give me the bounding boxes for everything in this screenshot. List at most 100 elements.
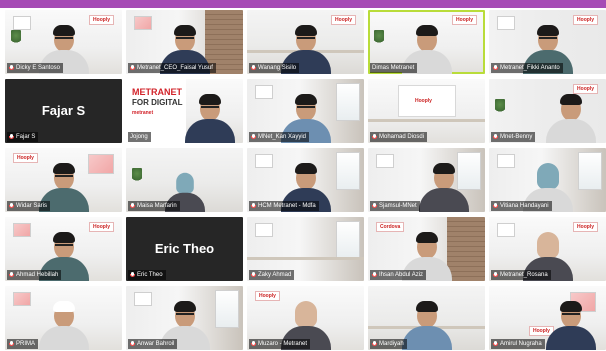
video-tile[interactable]: Hooply Amirul Nugraha [489, 286, 606, 350]
participant-name: Metranet_Fikki Ananto [500, 65, 560, 71]
participant-name-label: MNet_Kan Xayyid [249, 132, 310, 142]
participant-name-label: Maisa Marfarin [128, 201, 180, 211]
mic-muted-icon [493, 65, 498, 71]
hooply-logo: Hooply [573, 222, 598, 232]
video-tile-camera-off[interactable]: Fajar S Fajar S [5, 79, 122, 143]
participant-name-label: Jojong [128, 132, 151, 142]
window [578, 152, 602, 190]
mic-muted-icon [251, 272, 256, 278]
participant-name-label: Muzaro - Metranet [249, 339, 311, 349]
participant-name-label: Wanang Sisilo [249, 63, 300, 73]
promo-title: METRANET [132, 87, 182, 97]
participant-display-name: Eric Theo [154, 240, 215, 256]
video-tile-camera-off[interactable]: Eric Theo Eric Theo [126, 217, 243, 281]
mic-muted-icon [130, 65, 135, 71]
video-tile[interactable]: HCM Metranet - Mdfa [247, 148, 364, 212]
video-tile[interactable]: Maisa Marfarin [126, 148, 243, 212]
participant-name: Ahmad Hebillah [16, 272, 59, 278]
mic-muted-icon [130, 341, 135, 347]
wall-picture [497, 223, 515, 237]
shelf [247, 257, 364, 260]
mic-muted-icon [493, 203, 498, 209]
participant-name: Ihsan Abdul Aziz [379, 272, 424, 278]
participant-name: Jojong [130, 134, 148, 140]
hooply-logo: Hooply [415, 98, 432, 104]
video-tile[interactable]: Anwar Bahroil [126, 286, 243, 350]
video-tile[interactable]: Hooply Dicky E Santoso [5, 10, 122, 74]
participant-name-label: HCM Metranet - Mdfa [249, 201, 319, 211]
mic-muted-icon [372, 134, 377, 140]
participant-name: Sjamsul-MNet [379, 203, 417, 209]
wall-picture [497, 154, 515, 168]
video-tile[interactable]: Hooply Mnet-Benny [489, 79, 606, 143]
mic-muted-icon [9, 65, 14, 71]
participant-name-label: Dicky E Santoso [7, 63, 64, 73]
participant-name: Dimas Metranet [372, 65, 415, 71]
participant-name: PRIMA [16, 341, 36, 347]
hooply-logo: Hooply [573, 15, 598, 25]
video-tile[interactable]: Hooply Metranet_Rosana [489, 217, 606, 281]
mic-muted-icon [251, 134, 256, 140]
video-tile[interactable]: Hooply Muzaro - Metranet [247, 286, 364, 350]
video-tile[interactable]: Hooply Metranet_Fikki Ananto [489, 10, 606, 74]
wall-picture [13, 223, 31, 237]
video-tile-active-speaker[interactable]: Hooply Dimas Metranet [368, 10, 485, 74]
video-tile[interactable]: METRANET FOR DIGITAL metranet Jojong [126, 79, 243, 143]
mic-muted-icon [130, 272, 135, 278]
participant-name-label: Vitiana Handayani [491, 201, 552, 211]
video-tile[interactable]: Zaky Ahmad [247, 217, 364, 281]
participant-name: Metranet_CEO_Faisal Yusuf [137, 65, 213, 71]
video-tile[interactable]: Metranet_CEO_Faisal Yusuf [126, 10, 243, 74]
window [336, 83, 360, 121]
wall-picture [376, 154, 394, 168]
video-tile[interactable]: Hooply Widar Saris [5, 148, 122, 212]
window [336, 221, 360, 259]
whiteboard: Hooply [398, 85, 456, 117]
participant-name: Mnet-Benny [500, 134, 533, 140]
participant-name-label: Metranet_CEO_Faisal Yusuf [128, 63, 216, 73]
participant-video [185, 91, 236, 143]
participant-name: MNet_Kan Xayyid [258, 134, 307, 140]
video-tile[interactable]: Hooply Ahmad Hebillah [5, 217, 122, 281]
participant-name-label: Ahmad Hebillah [7, 270, 62, 280]
participant-name-label: Amirul Nugraha [491, 339, 545, 349]
video-tile[interactable]: Cordova Ihsan Abdul Aziz [368, 217, 485, 281]
participant-video [419, 160, 470, 212]
participant-name-label: Anwar Bahroil [128, 339, 178, 349]
mic-muted-icon [130, 203, 135, 209]
plant [132, 168, 142, 182]
wall-picture [88, 154, 114, 174]
brick-wall [447, 217, 485, 281]
video-tile[interactable]: Hooply Mohamad Diosdi [368, 79, 485, 143]
wall-picture [255, 154, 273, 168]
video-tile[interactable]: PRIMA [5, 286, 122, 350]
hooply-logo: Hooply [255, 291, 280, 301]
mic-muted-icon [9, 203, 14, 209]
participant-name: Fajar S [16, 134, 36, 140]
participant-name-label: Mardiyah [370, 339, 407, 349]
window [336, 152, 360, 190]
video-tile[interactable]: Vitiana Handayani [489, 148, 606, 212]
hooply-logo: Hooply [89, 15, 114, 25]
participant-name: Muzaro - Metranet [258, 341, 308, 347]
wall-picture [13, 292, 31, 306]
video-tile[interactable]: Sjamsul-MNet [368, 148, 485, 212]
participant-name-label: Metranet_Rosana [491, 270, 551, 280]
video-tile[interactable]: Mardiyah [368, 286, 485, 350]
participant-name-label: Eric Theo [128, 270, 166, 280]
mic-muted-icon [9, 272, 14, 278]
participant-name-label: Mohamad Diosdi [370, 132, 428, 142]
participant-video [545, 91, 596, 143]
participant-video [38, 298, 89, 350]
video-tile[interactable]: MNet_Kan Xayyid [247, 79, 364, 143]
participant-name-label: Widar Saris [7, 201, 51, 211]
mic-muted-icon [251, 341, 256, 347]
plant [374, 30, 384, 44]
participant-name: Eric Theo [137, 272, 163, 278]
wall-picture [497, 16, 515, 30]
wall-picture [134, 16, 152, 30]
participant-name-label: Fajar S [7, 132, 39, 142]
video-tile[interactable]: Hooply Wanang Sisilo [247, 10, 364, 74]
wall-picture [13, 16, 31, 30]
participant-name-label: Metranet_Fikki Ananto [491, 63, 563, 73]
